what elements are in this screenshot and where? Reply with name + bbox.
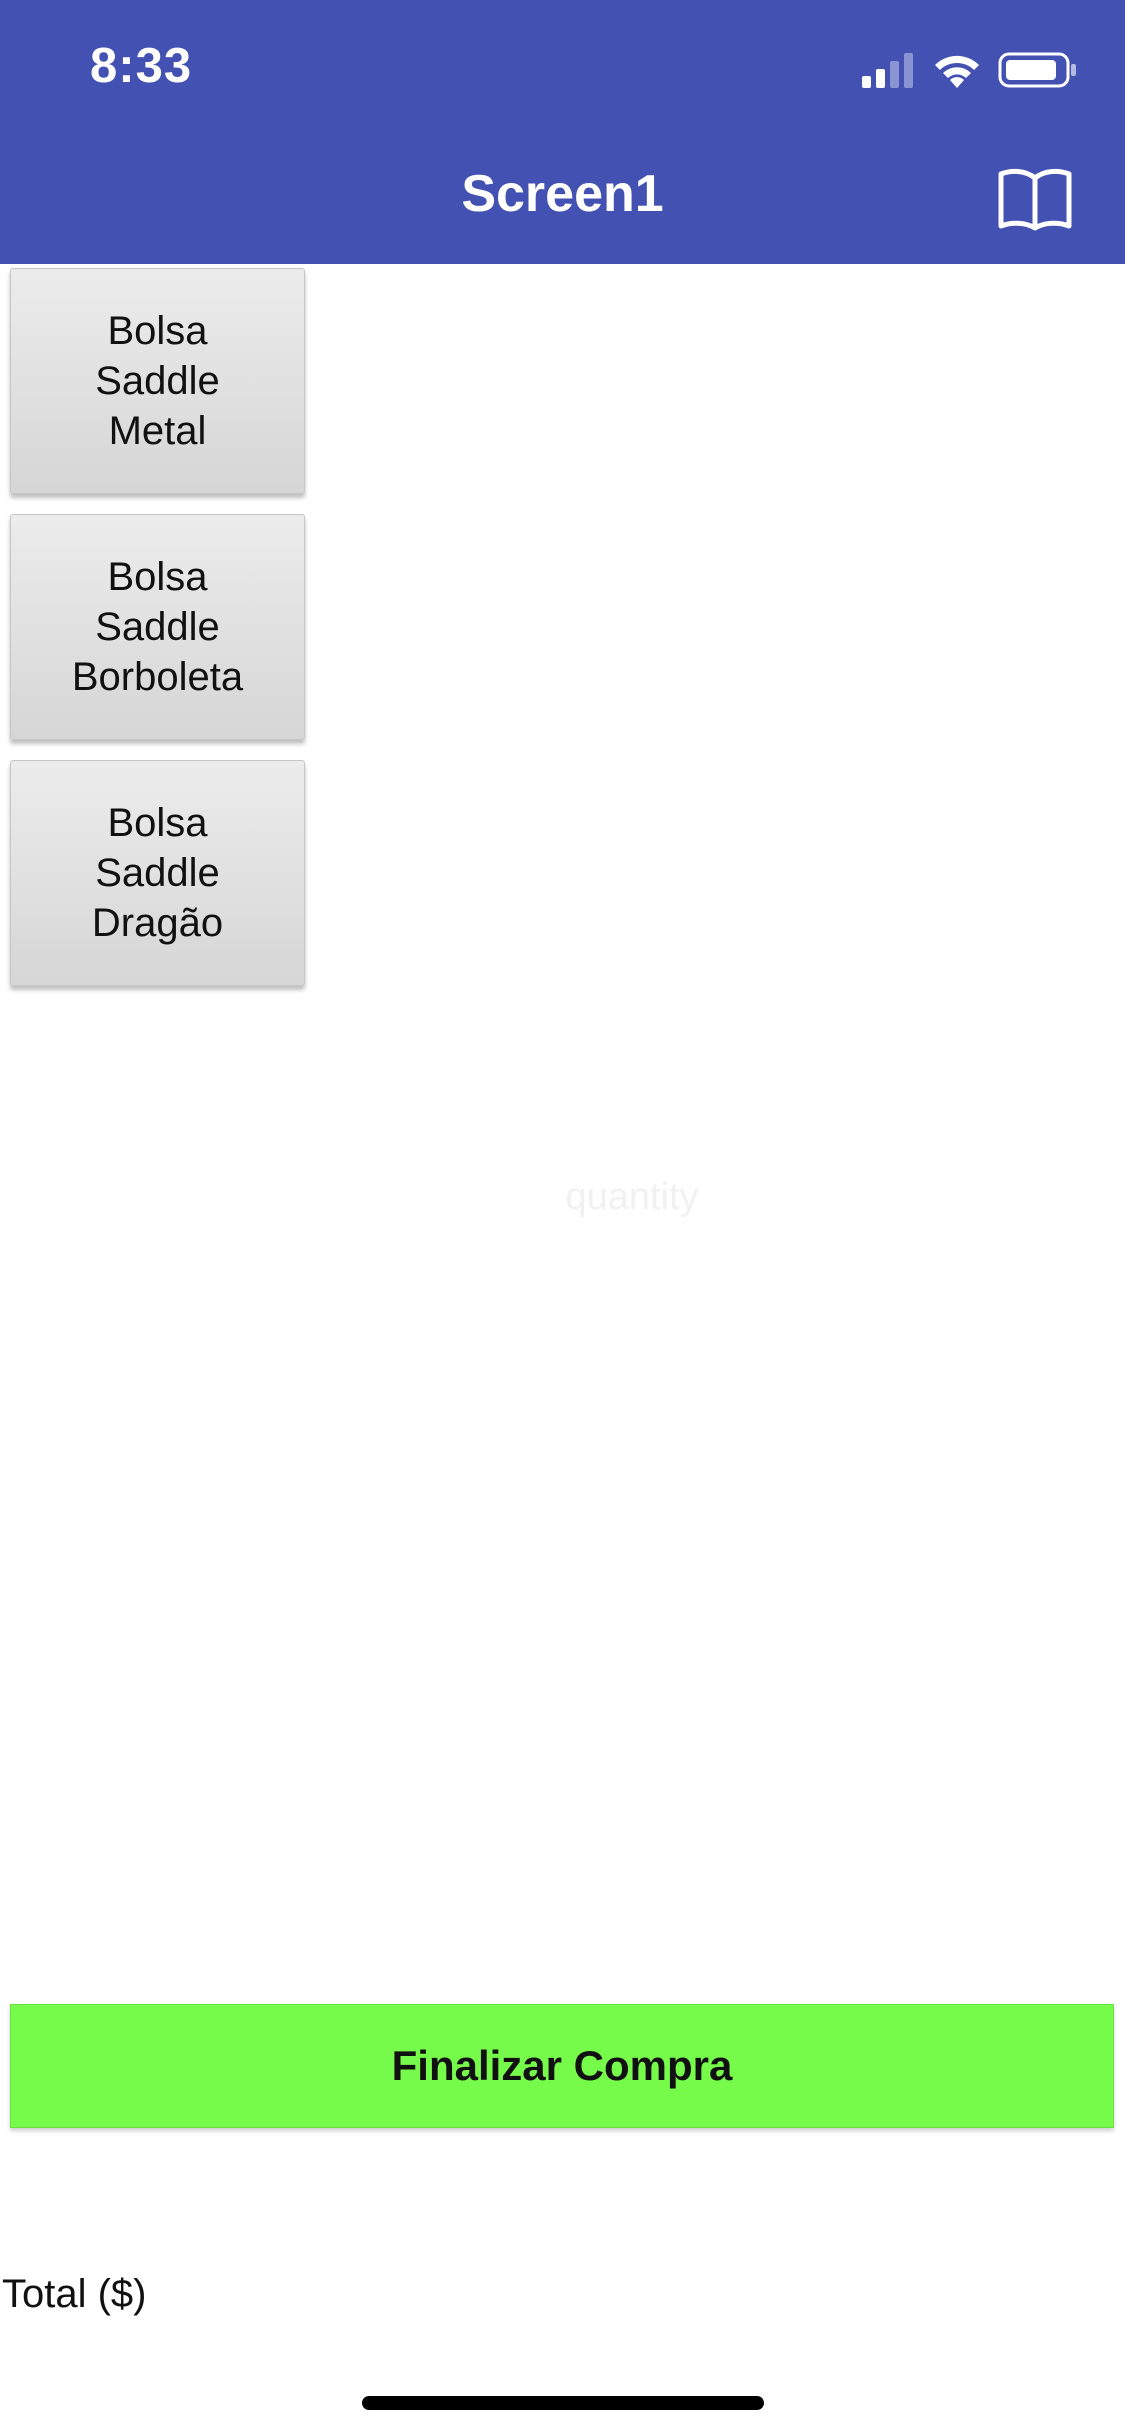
signal-icon <box>862 53 913 88</box>
wifi-icon <box>935 55 979 88</box>
status-icons <box>860 50 1080 90</box>
checkout-button[interactable]: Finalizar Compra <box>10 2004 1114 2128</box>
product-button-borboleta[interactable]: Bolsa Saddle Borboleta <box>10 514 305 740</box>
screen-title: Screen1 <box>461 165 664 223</box>
product-button-dragao[interactable]: Bolsa Saddle Dragão <box>10 760 305 986</box>
quantity-input[interactable] <box>470 1166 794 1228</box>
app-header: 8:33 Screen1 <box>0 0 1125 264</box>
book-icon[interactable] <box>997 166 1073 232</box>
status-time: 8:33 <box>90 39 193 93</box>
battery-icon <box>998 52 1076 88</box>
product-button-metal[interactable]: Bolsa Saddle Metal <box>10 268 305 494</box>
total-label: Total ($) <box>2 2272 147 2316</box>
home-indicator[interactable] <box>362 2396 764 2410</box>
